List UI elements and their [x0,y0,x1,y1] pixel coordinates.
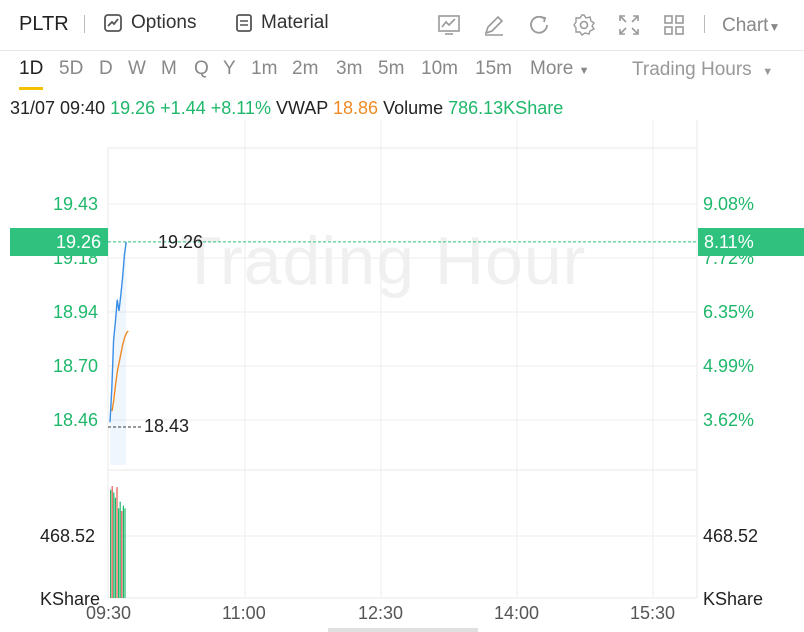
volume-value: 786.13KShare [448,98,564,118]
volume-axis-label: 468.52 [40,526,96,546]
current-price-tag: 19.26 [10,228,108,256]
toolbar-divider [84,15,85,33]
timeframe-10m[interactable]: 10m [421,58,458,80]
timeframe-q[interactable]: Q [194,58,209,80]
timeframe-w[interactable]: W [128,58,146,80]
scroll-handle[interactable] [328,628,478,632]
vwap-value: 18.86 [333,98,379,118]
quote-price: 19.26 [110,98,156,118]
material-button[interactable]: Material [235,12,329,34]
pct-axis-label: 9.08% [703,194,755,214]
volume-bar [113,492,115,598]
more-timeframes-button[interactable]: More ▼ [530,58,589,80]
timeframe-15m[interactable]: 15m [475,58,512,80]
options-label: Options [131,12,197,33]
timeframe-5d[interactable]: 5D [59,58,83,80]
quote-line: 31/07 09:40 19.26 +1.44 +8.11% VWAP 18.8… [10,98,563,119]
pct-axis-label: 3.62% [703,410,755,430]
time-axis-label: 11:00 [222,603,266,623]
more-label: More [530,58,574,79]
volume-bar [116,487,118,598]
vwap-label: VWAP [275,98,328,118]
volume-bar [110,489,112,598]
timeframe-2m[interactable]: 2m [292,58,318,80]
pct-axis-label: 6.35% [703,302,755,322]
timeframe-d[interactable]: D [99,58,113,80]
caret-down-icon: ▼ [578,65,590,77]
timeframe-m[interactable]: M [161,58,177,80]
chart-type-dropdown[interactable]: Chart▼ [722,15,780,37]
indicator-icon[interactable] [437,13,461,37]
caret-down-icon: ▼ [762,66,774,78]
quote-change: +1.44 [160,98,206,118]
options-icon [104,14,122,32]
caret-down-icon: ▼ [768,20,781,34]
volume-bar [124,508,126,598]
low-price-label: 18.43 [144,416,190,436]
volume-bar [122,505,124,598]
quote-datetime: 31/07 09:40 [10,98,106,118]
volume-bar [118,508,120,598]
price-axis-label: 19.43 [53,194,99,214]
document-icon [236,14,252,32]
time-axis-label: 09:30 [86,603,132,623]
settings-gear-icon[interactable] [572,13,596,37]
options-button[interactable]: Options [103,12,196,34]
timeframe-3m[interactable]: 3m [336,58,362,80]
volume-unit-label: KShare [703,589,764,609]
price-axis-label: 18.46 [53,410,99,430]
draw-pen-icon[interactable] [482,13,506,37]
time-axis-label: 15:30 [630,603,676,623]
refresh-icon[interactable] [527,13,551,37]
time-axis-label: 12:30 [358,603,404,623]
timeframe-1m[interactable]: 1m [251,58,277,80]
timeframe-5m[interactable]: 5m [378,58,404,80]
pct-axis-label: 4.99% [703,356,755,376]
price-axis-label: 18.94 [53,302,99,322]
volume-bar [114,497,116,598]
fullscreen-icon[interactable] [617,13,641,37]
volume-label: Volume [383,98,444,118]
current-pct-tag: 8.11% [698,228,804,256]
timeframe-1d[interactable]: 1D [19,58,43,80]
layout-grid-icon[interactable] [662,13,686,37]
chart-canvas[interactable] [0,120,804,620]
material-label: Material [261,12,329,33]
trading-hours-dropdown[interactable]: Trading Hours ▼ [632,59,773,81]
time-axis-label: 14:00 [494,603,540,623]
price-axis-label: 18.70 [53,356,99,376]
symbol-label[interactable]: PLTR [19,13,69,36]
chart-type-label: Chart [722,15,769,36]
quote-change-pct: +8.11% [210,98,271,118]
volume-axis-label: 468.52 [703,526,759,546]
active-timeframe-indicator [19,87,43,90]
volume-bar [121,510,123,598]
volume-bar [111,486,113,598]
timeframe-y[interactable]: Y [223,58,236,80]
toolbar-divider [704,15,705,33]
volume-bar [119,501,121,598]
high-price-label: 19.26 [158,232,204,252]
trading-hours-label: Trading Hours [632,59,752,80]
